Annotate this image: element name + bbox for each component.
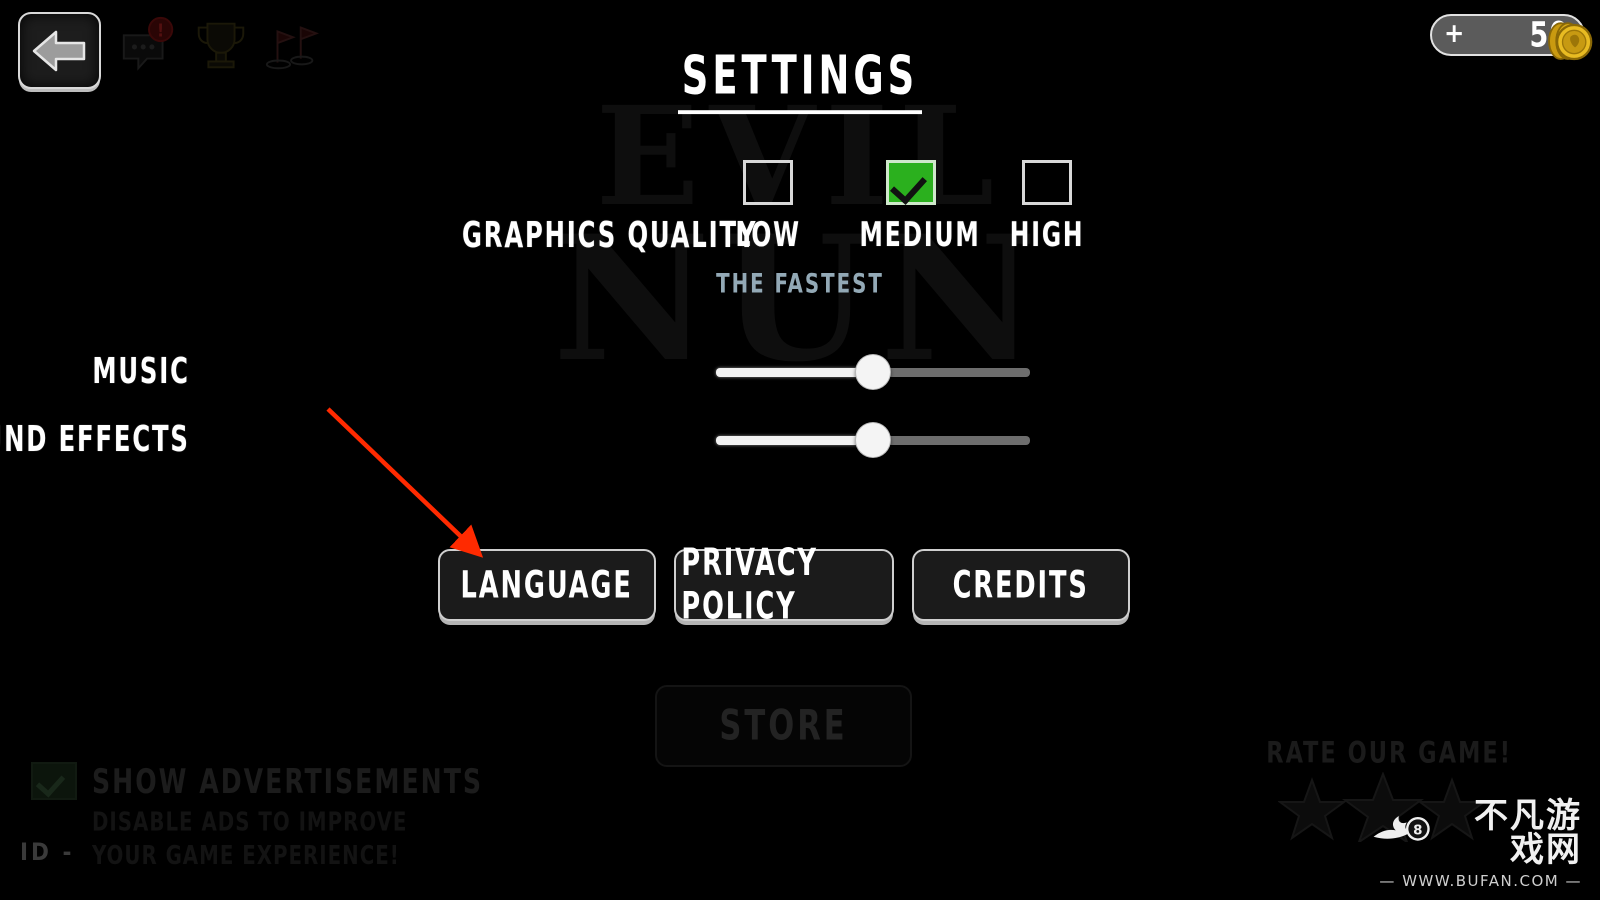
store-button-label: STORE — [719, 701, 848, 751]
music-slider-handle[interactable] — [856, 355, 890, 389]
graphics-option-low-label: LOW — [735, 214, 801, 255]
slider-row-sound-effects: SOUND EFFECTS — [0, 418, 1100, 464]
sound-effects-slider-handle[interactable] — [856, 423, 890, 457]
privacy-policy-button[interactable]: PRIVACY POLICY — [674, 542, 894, 628]
graphics-quality-label: GRAPHICS QUALITY — [462, 214, 758, 256]
music-slider-rest — [873, 368, 1030, 377]
rate-our-game-label: RATE OUR GAME! — [1266, 735, 1512, 770]
language-button-label: LANGUAGE — [460, 563, 634, 607]
graphics-checkbox-low[interactable] — [743, 160, 793, 205]
music-slider-fill — [716, 368, 873, 377]
add-currency-button[interactable]: + — [1444, 20, 1464, 47]
graphics-checkbox-medium[interactable] — [886, 160, 936, 205]
sound-effects-slider-fill — [716, 436, 873, 445]
credits-button[interactable]: CREDITS — [912, 549, 1130, 621]
slider-row-music: MUSIC — [0, 350, 1100, 396]
credits-button-label: CREDITS — [952, 563, 1090, 607]
graphics-checkbox-high[interactable] — [1022, 160, 1072, 205]
privacy-policy-button-label: PRIVACY POLICY — [681, 541, 818, 629]
watermark-url: — WWW.BUFAN.COM — — [1379, 872, 1582, 890]
sound-effects-slider-label: SOUND EFFECTS — [0, 418, 190, 460]
game-settings-screen: EVIL NUN ! + SETTINGS GRAPHICS QUALITY L… — [0, 0, 1600, 900]
device-id-label: ID - — [20, 838, 75, 866]
show-advertisements-label: SHOW ADVERTISEMENTS — [92, 761, 484, 802]
graphics-option-medium-label: MEDIUM — [859, 214, 981, 255]
graphics-quality-hint: THE FASTEST — [0, 269, 1600, 300]
watermark-name: 不凡游戏网 — [1474, 796, 1582, 870]
show-advertisements-subtitle: DISABLE ADS TO IMPROVE YOUR GAME EXPERIE… — [92, 808, 408, 871]
watermark: 8 不凡游戏网 — WWW.BUFAN.COM — — [1372, 797, 1582, 890]
store-button[interactable]: STORE — [655, 685, 912, 767]
page-title-text: SETTINGS — [677, 44, 923, 115]
flame-logo-icon: 8 — [1373, 816, 1430, 841]
graphics-option-high-label: HIGH — [1009, 214, 1085, 255]
graphics-option-low[interactable]: LOW — [718, 160, 818, 255]
graphics-option-high[interactable]: HIGH — [997, 160, 1097, 255]
graphics-option-medium[interactable]: MEDIUM — [855, 160, 979, 255]
svg-text:!: ! — [157, 21, 164, 41]
language-button[interactable]: LANGUAGE — [438, 549, 656, 621]
svg-text:8: 8 — [1413, 823, 1422, 838]
music-slider-label: MUSIC — [92, 350, 190, 392]
sound-effects-slider-rest — [873, 436, 1030, 445]
sound-effects-slider[interactable] — [716, 423, 1030, 457]
page-title: SETTINGS — [0, 44, 1600, 115]
graphics-quality-hint-text: THE FASTEST — [716, 269, 884, 300]
show-advertisements-checkbox[interactable] — [31, 762, 77, 800]
music-slider[interactable] — [716, 355, 1030, 389]
